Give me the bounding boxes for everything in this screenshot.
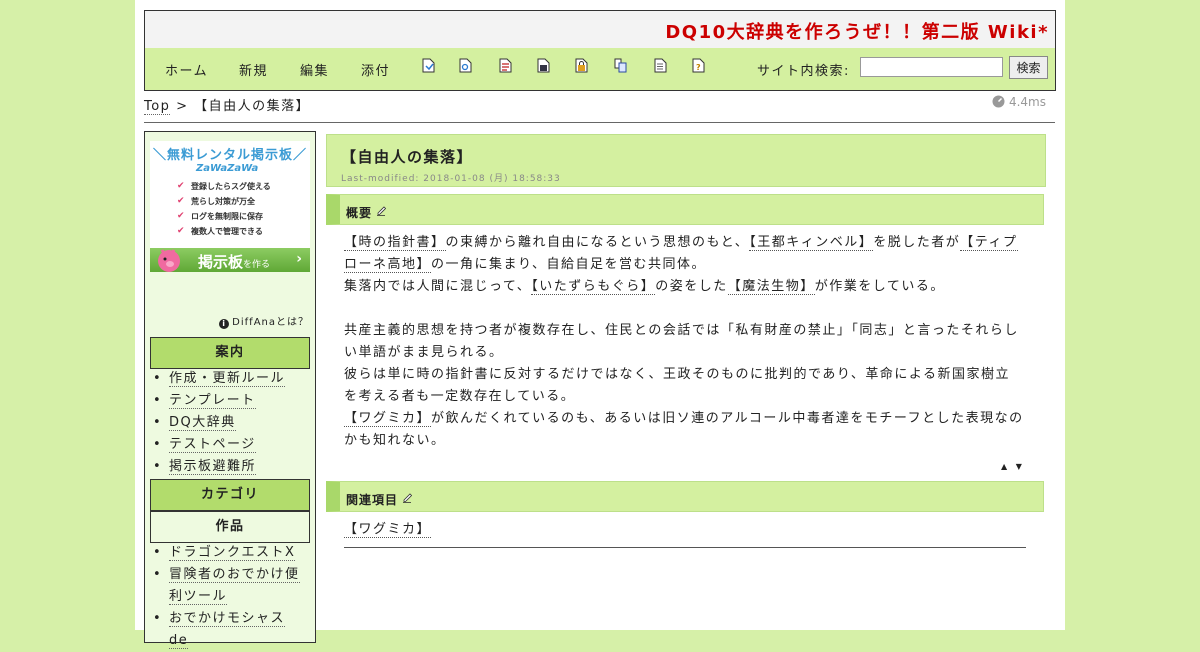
sidebar-works-list: ドラゴンクエストX 冒険者のおでかけ便利ツール おでかけモシャスde bbox=[150, 542, 300, 652]
nav-new-link[interactable]: 新規 bbox=[239, 60, 268, 79]
ad-brand: ZaWaZaWa bbox=[196, 163, 259, 174]
overview-paragraph-2: 共産主義的思想を持つ者が複数存在し、住民との会話では「私有財産の禁止」「同志」と… bbox=[344, 320, 1024, 452]
sidebar-guide-list: 作成・更新ルール テンプレート DQ大辞典 テストページ 掲示板避難所 bbox=[150, 368, 286, 478]
breadcrumb-separator: > bbox=[176, 99, 189, 114]
ad-feature: 登録したらスグ使える bbox=[177, 179, 271, 194]
sidebar-heading-works: 作品 bbox=[150, 511, 310, 543]
edit-pencil-icon[interactable] bbox=[402, 492, 413, 503]
section-heading-text: 概要 bbox=[346, 206, 373, 220]
ad-create-board-button[interactable]: 掲示板を作る › bbox=[150, 248, 310, 272]
sidebar-item-dq-dictionary[interactable]: DQ大辞典 bbox=[169, 415, 236, 431]
body-text: を脱した者が bbox=[873, 235, 961, 250]
body-text: の一角に集まり、自給自足を営む共同体。 bbox=[431, 257, 706, 272]
sidebar-item-mosyas[interactable]: おでかけモシャスde bbox=[169, 611, 286, 649]
ad-headline: ＼無料レンタル掲示板／ bbox=[152, 148, 307, 163]
sidebar-item: テストページ bbox=[150, 434, 285, 456]
link-itazura-mogura[interactable]: 【いたずらもぐら】 bbox=[531, 279, 656, 295]
breadcrumb-current: 【自由人の集落】 bbox=[194, 99, 311, 114]
link-wagumika[interactable]: 【ワグミカ】 bbox=[344, 411, 432, 427]
timing-value: 4.4ms bbox=[1008, 95, 1046, 109]
speedometer-icon bbox=[992, 95, 1005, 108]
ad-button-sub: を作る bbox=[243, 260, 271, 270]
sidebar-item-dqx[interactable]: ドラゴンクエストX bbox=[169, 545, 296, 561]
section-heading-text: 関連項目 bbox=[346, 493, 399, 507]
sidebar-item: 掲示板避難所 bbox=[150, 456, 285, 478]
site-title[interactable]: DQ10大辞典を作ろうぜ！！第二版 Wiki* bbox=[665, 18, 1049, 44]
link-king-kinbel[interactable]: 【王都キィンベル】 bbox=[749, 235, 874, 251]
list-icon[interactable] bbox=[654, 58, 667, 73]
related-body: 【ワグミカ】 bbox=[344, 519, 1024, 541]
sidebar-item: 冒険者のおでかけ便利ツール bbox=[150, 564, 300, 608]
body-text: が作業をしている。 bbox=[814, 279, 945, 294]
diffana-link[interactable]: i DiffAnaとは？ bbox=[219, 313, 309, 329]
sidebar: ＼無料レンタル掲示板／ ZaWaZaWa 登録したらスグ使える 荒らし対策が万全… bbox=[144, 131, 316, 649]
section-heading-related: 関連項目 bbox=[326, 481, 1044, 512]
sidebar-item-adventurer-tool[interactable]: 冒険者のおでかけ便利ツール bbox=[169, 567, 300, 605]
sidebar-item: ドラゴンクエストX bbox=[150, 542, 300, 564]
ad-banner[interactable]: ＼無料レンタル掲示板／ ZaWaZaWa 登録したらスグ使える 荒らし対策が万全… bbox=[150, 141, 310, 272]
body-text: の姿をした bbox=[655, 279, 728, 294]
nav-attach-link[interactable]: 添付 bbox=[361, 60, 390, 79]
search-page-icon[interactable] bbox=[459, 58, 472, 73]
ad-feature: 複数人で管理できる bbox=[177, 224, 271, 239]
sidebar-item-test-page[interactable]: テストページ bbox=[169, 437, 256, 453]
diff-icon[interactable] bbox=[499, 58, 512, 73]
nav-bar: ホーム 新規 編集 添付 ? サイト内検索: 検索 bbox=[144, 48, 1056, 91]
ad-button-label: 掲示板 bbox=[198, 253, 244, 271]
chevron-right-icon: › bbox=[296, 251, 302, 267]
sidebar-item: DQ大辞典 bbox=[150, 412, 285, 434]
diffana-label: DiffAnaとは？ bbox=[232, 317, 309, 328]
title-bar: DQ10大辞典を作ろうぜ！！第二版 Wiki* bbox=[144, 10, 1056, 49]
related-link-wagumika[interactable]: 【ワグミカ】 bbox=[344, 522, 432, 538]
lock-icon[interactable] bbox=[575, 58, 588, 73]
edit-pencil-icon[interactable] bbox=[376, 205, 387, 216]
sidebar-item: テンプレート bbox=[150, 390, 285, 412]
save-icon[interactable] bbox=[537, 58, 550, 73]
ad-feature-list: 登録したらスグ使える 荒らし対策が万全 ログを無制限に保存 複数人で管理できる bbox=[177, 179, 271, 239]
breadcrumb: Top > 【自由人の集落】 bbox=[144, 95, 311, 115]
copy-icon[interactable] bbox=[614, 58, 627, 73]
body-text: 彼らは単に時の指針書に反対するだけではなく、王政そのものに批判的であり、革命によ… bbox=[344, 367, 1010, 404]
body-text: の束縛から離れ自由になるという思想のもと、 bbox=[445, 235, 750, 250]
ad-feature: ログを無制限に保存 bbox=[177, 209, 271, 224]
nav-edit-link[interactable]: 編集 bbox=[300, 60, 329, 79]
body-text: が飲んだくれているのも、あるいは旧ソ連のアルコール中毒者達をモチーフとした表現な… bbox=[344, 411, 1024, 448]
breadcrumb-top-link[interactable]: Top bbox=[144, 99, 171, 115]
overview-body: 【時の指針書】の束縛から離れ自由になるという思想のもと、【王都キィンベル】を脱し… bbox=[344, 232, 1024, 452]
content-divider bbox=[344, 547, 1026, 548]
info-icon: i bbox=[219, 319, 230, 329]
sidebar-item-template[interactable]: テンプレート bbox=[169, 393, 256, 409]
sidebar-heading-guide: 案内 bbox=[150, 337, 310, 369]
body-text: 集落内では人間に混じって、 bbox=[344, 279, 532, 294]
header-divider bbox=[144, 122, 1055, 123]
page-icon[interactable] bbox=[422, 58, 435, 73]
sidebar-item-refuge-board[interactable]: 掲示板避難所 bbox=[169, 459, 257, 475]
sidebar-heading-category: カテゴリ bbox=[150, 479, 310, 511]
page-title: 【自由人の集落】 bbox=[341, 148, 474, 166]
body-text: 共産主義的思想を持つ者が複数存在し、住民との会話では「私有財産の禁止」「同志」と… bbox=[344, 323, 1019, 360]
page-title-box: 【自由人の集落】 Last-modified: 2018-01-08 (月) 1… bbox=[326, 134, 1046, 187]
search-button[interactable]: 検索 bbox=[1009, 56, 1048, 79]
link-toki-no-shishinsho[interactable]: 【時の指針書】 bbox=[344, 235, 446, 251]
nav-home-link[interactable]: ホーム bbox=[165, 60, 208, 79]
render-timing: 4.4ms bbox=[992, 95, 1046, 109]
search-label: サイト内検索: bbox=[757, 64, 850, 79]
sidebar-item: 作成・更新ルール bbox=[150, 368, 286, 390]
overview-paragraph-1: 【時の指針書】の束縛から離れ自由になるという思想のもと、【王都キィンベル】を脱し… bbox=[344, 232, 1024, 298]
ad-feature: 荒らし対策が万全 bbox=[177, 194, 271, 209]
pig-mascot-icon bbox=[158, 249, 180, 272]
page-container: DQ10大辞典を作ろうぜ！！第二版 Wiki* ホーム 新規 編集 添付 ? サ… bbox=[135, 0, 1065, 649]
search-input[interactable] bbox=[860, 57, 1003, 77]
sidebar-item-rules[interactable]: 作成・更新ルール bbox=[169, 371, 286, 387]
svg-text:?: ? bbox=[696, 63, 701, 72]
section-nav-arrows[interactable]: ▲ ▼ bbox=[1001, 462, 1025, 471]
link-magic-creature[interactable]: 【魔法生物】 bbox=[727, 279, 815, 295]
help-icon[interactable]: ? bbox=[692, 58, 705, 73]
last-modified: Last-modified: 2018-01-08 (月) 18:58:33 bbox=[341, 174, 561, 184]
section-heading-overview: 概要 bbox=[326, 194, 1044, 225]
sidebar-item: おでかけモシャスde bbox=[150, 608, 300, 652]
